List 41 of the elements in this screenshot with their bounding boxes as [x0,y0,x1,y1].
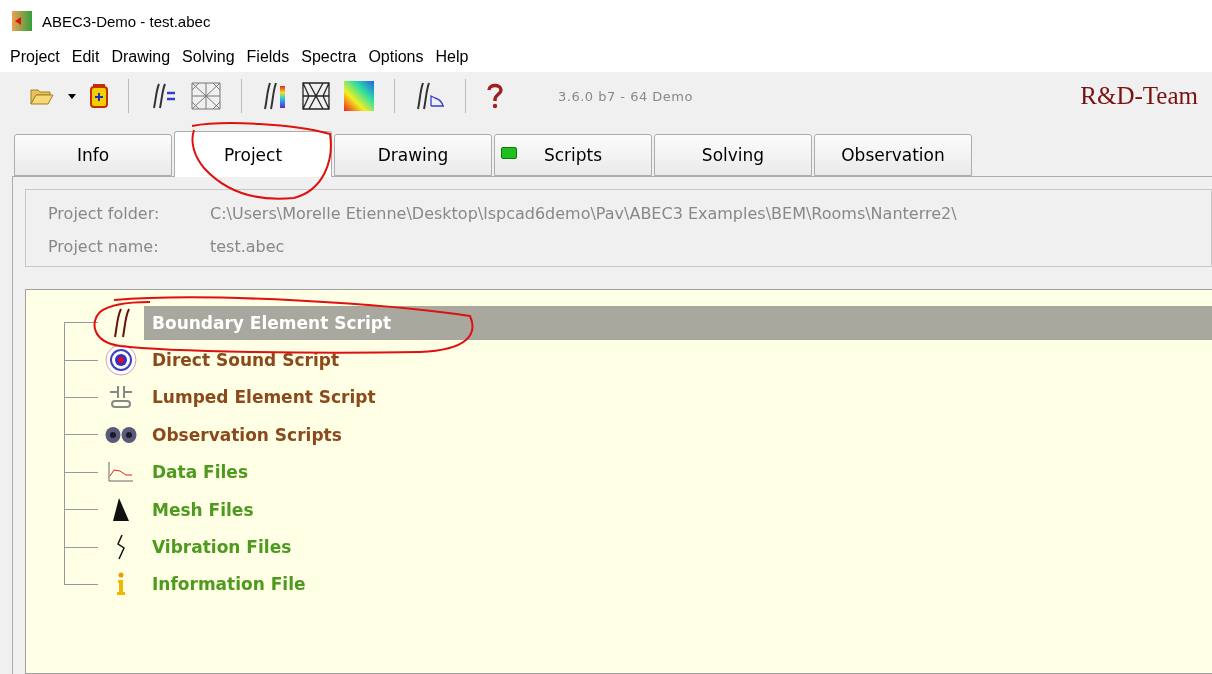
mesh-grid-icon[interactable] [191,82,221,110]
integral-curve-icon[interactable] [415,82,445,110]
tab[interactable]: Solving [654,134,812,176]
menu-item[interactable]: Help [429,48,475,66]
menu-item[interactable]: Options [362,48,430,66]
gradient-square-icon[interactable] [344,81,374,111]
tree-item[interactable]: Lumped Element Script [144,380,384,415]
menu-item[interactable]: Project [4,48,66,66]
help-icon[interactable] [486,83,504,109]
graph-icon [108,462,134,483]
menu-item[interactable]: Fields [240,48,296,66]
eyes-icon [105,425,137,444]
menu-item[interactable]: Spectra [295,48,363,66]
tab[interactable]: Observation [814,134,972,176]
menu-item[interactable]: Drawing [105,48,177,66]
tree-item[interactable]: Direct Sound Script [144,343,348,378]
folder-icon[interactable] [30,87,54,105]
tab[interactable]: Info [14,134,172,176]
jar-icon[interactable] [90,84,108,108]
window-title: ABEC3-Demo - test.abec [42,12,211,30]
field-value: C:\Users\Morelle Etienne\Desktop\lspcad6demo\Pav\ABEC3 Examples\BEM\Rooms\Nanterre2\ [210,204,958,223]
tab[interactable]: Drawing [334,134,492,176]
dropdown-icon[interactable] [68,93,76,99]
field-value: test.abec [210,237,286,256]
tab[interactable]: Project [174,131,332,177]
tree-item[interactable]: Observation Scripts [144,417,350,452]
target-icon [105,344,137,377]
integral-colorbar-icon[interactable] [262,82,288,110]
triangle-icon [111,496,131,523]
field-label: Project folder: [48,204,161,223]
menu-item[interactable]: Solving [176,48,241,66]
tab[interactable]: Scripts [494,134,652,176]
field-label: Project name: [48,237,160,256]
app-icon [12,11,32,31]
brand-label: R&D-Team [1080,82,1198,110]
wireframe-icon[interactable] [302,82,330,110]
version-label: 3.6.0 b7 - 64 Demo [558,88,693,104]
capacitor-icon [108,384,134,411]
info-icon [115,572,127,597]
menu-item[interactable]: Edit [65,48,106,66]
squiggle-icon [114,534,128,561]
